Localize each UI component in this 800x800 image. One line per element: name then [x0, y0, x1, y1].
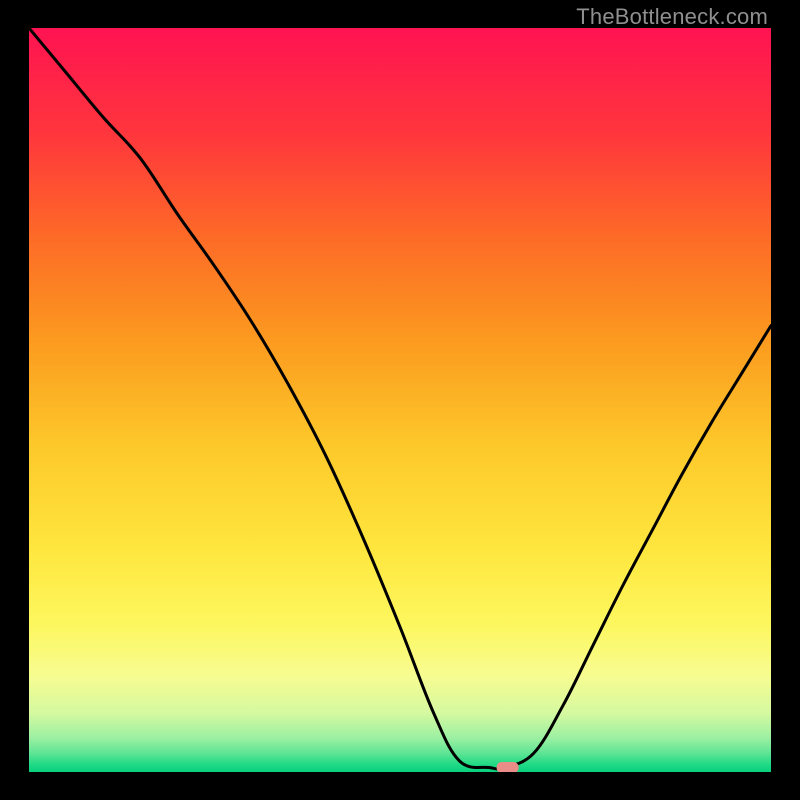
chart-plot — [29, 28, 771, 772]
chart-svg — [29, 28, 771, 772]
chart-frame: TheBottleneck.com — [0, 0, 800, 800]
optimal-point-marker — [497, 762, 519, 772]
watermark-text: TheBottleneck.com — [576, 4, 768, 30]
gradient-background — [29, 28, 771, 772]
